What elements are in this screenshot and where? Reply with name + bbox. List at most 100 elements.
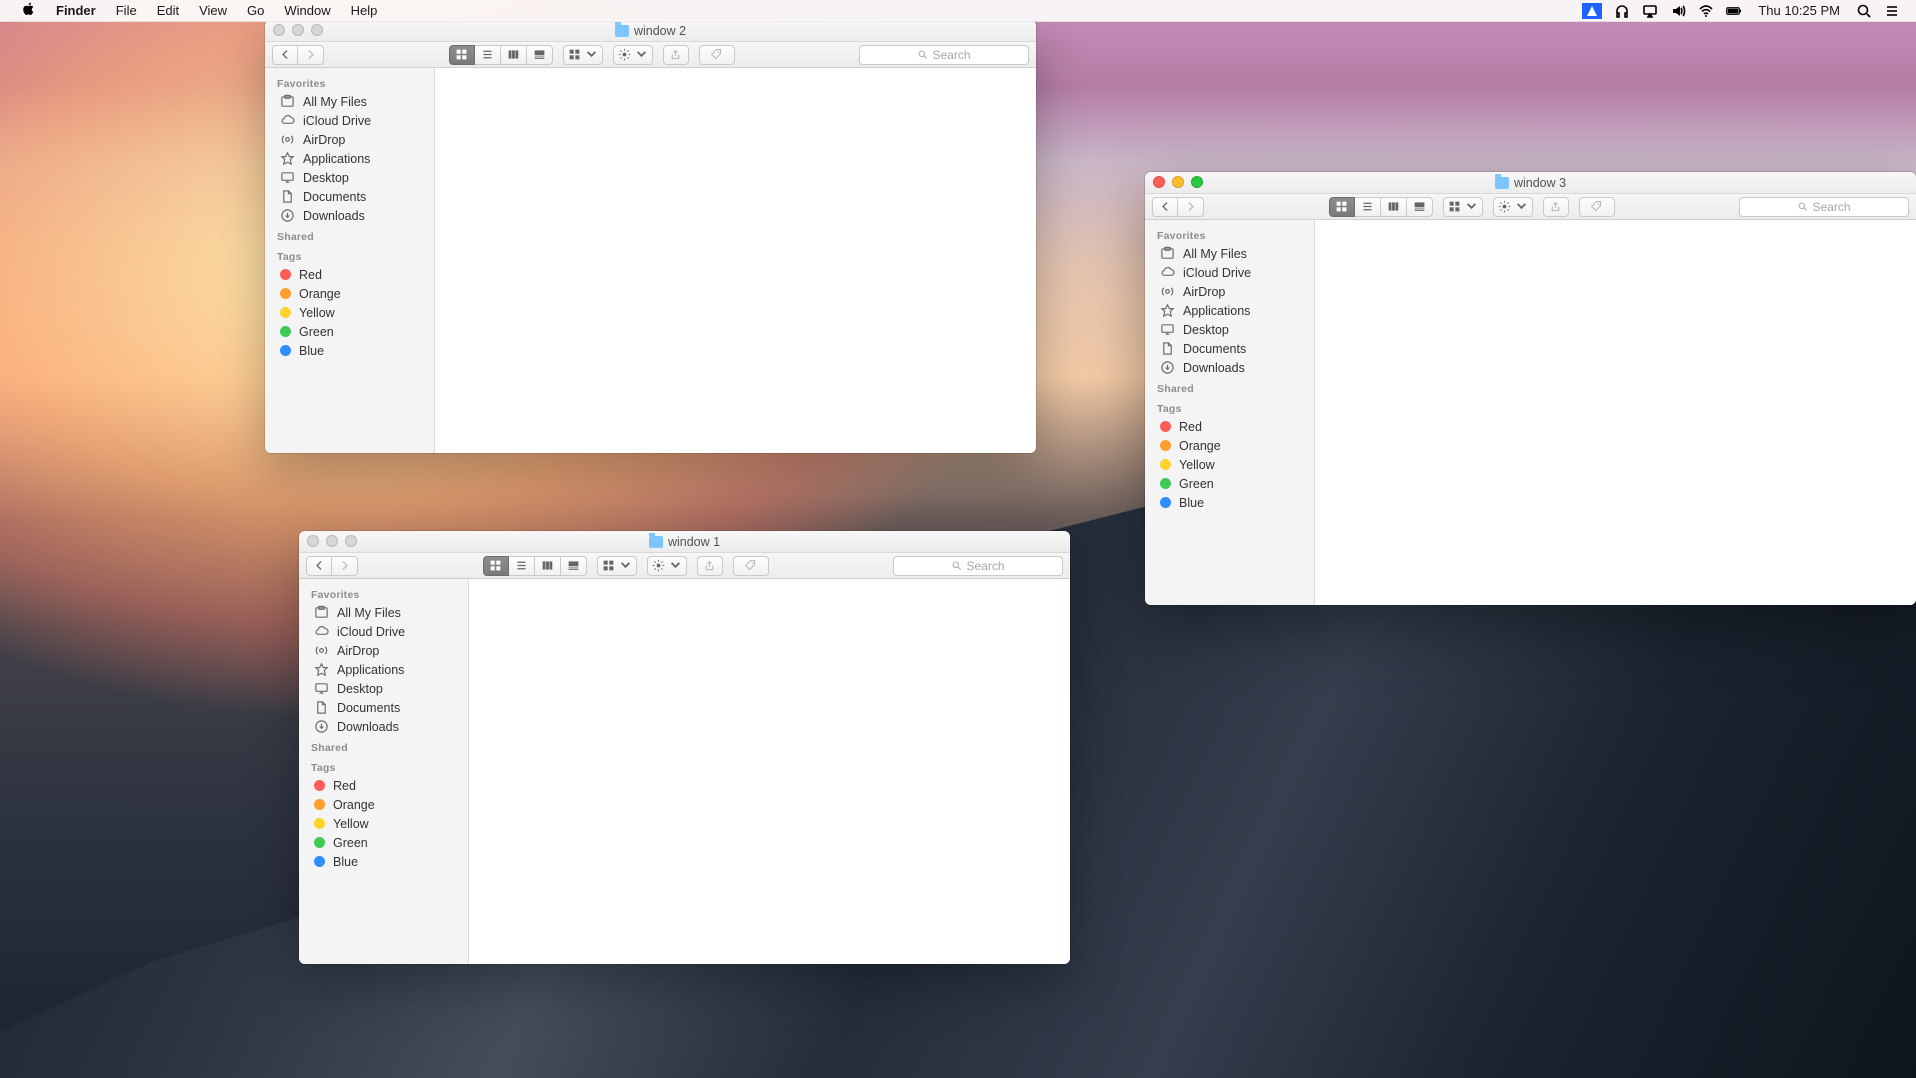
sidebar-item[interactable]: AirDrop <box>265 130 434 149</box>
traffic-min-button[interactable] <box>326 535 338 547</box>
sidebar-tag[interactable]: Orange <box>299 795 468 814</box>
nav-forward-button[interactable] <box>332 556 358 576</box>
sidebar-item[interactable]: AirDrop <box>299 641 468 660</box>
search-input[interactable]: Search <box>859 45 1029 65</box>
sidebar-item[interactable]: Desktop <box>1145 320 1314 339</box>
sidebar-item[interactable]: Downloads <box>1145 358 1314 377</box>
sidebar-item[interactable]: Downloads <box>265 206 434 225</box>
finder-window[interactable]: window 3SearchFavorites All My Files iCl… <box>1145 172 1916 605</box>
search-input[interactable]: Search <box>893 556 1063 576</box>
sidebar-item[interactable]: All My Files <box>299 603 468 622</box>
view-icon-button[interactable] <box>483 556 509 576</box>
sidebar-item[interactable]: AirDrop <box>1145 282 1314 301</box>
sidebar-item[interactable]: iCloud Drive <box>1145 263 1314 282</box>
sidebar-tag[interactable]: Blue <box>1145 493 1314 512</box>
nav-forward-button[interactable] <box>1178 197 1204 217</box>
menu-edit[interactable]: Edit <box>157 3 179 18</box>
sidebar-tag[interactable]: Yellow <box>299 814 468 833</box>
sidebar-tag[interactable]: Red <box>265 265 434 284</box>
tags-button[interactable] <box>733 556 769 576</box>
sidebar-tag[interactable]: Red <box>1145 417 1314 436</box>
sidebar-tag[interactable]: Blue <box>299 852 468 871</box>
sidebar-tag[interactable]: Yellow <box>265 303 434 322</box>
airplay-icon[interactable] <box>1642 3 1658 19</box>
menubar-app-name[interactable]: Finder <box>56 3 96 18</box>
menu-help[interactable]: Help <box>351 3 378 18</box>
wifi-icon[interactable] <box>1698 3 1714 19</box>
titlebar[interactable]: window 1 <box>299 531 1070 553</box>
finder-window[interactable]: window 1SearchFavorites All My Files iCl… <box>299 531 1070 964</box>
sidebar-item[interactable]: Documents <box>1145 339 1314 358</box>
traffic-close-button[interactable] <box>273 24 285 36</box>
sidebar-item[interactable]: All My Files <box>1145 244 1314 263</box>
apple-menu[interactable] <box>22 2 36 19</box>
sidebar-item[interactable]: Documents <box>299 698 468 717</box>
sidebar-item[interactable]: Documents <box>265 187 434 206</box>
menu-go[interactable]: Go <box>247 3 264 18</box>
sidebar-item[interactable]: Desktop <box>265 168 434 187</box>
action-gear-button[interactable] <box>647 556 687 576</box>
sidebar-tag[interactable]: Green <box>1145 474 1314 493</box>
sidebar-item[interactable]: Downloads <box>299 717 468 736</box>
sidebar-item[interactable]: Applications <box>299 660 468 679</box>
menu-view[interactable]: View <box>199 3 227 18</box>
view-column-button[interactable] <box>501 45 527 65</box>
sidebar-item[interactable]: Desktop <box>299 679 468 698</box>
sidebar-tag[interactable]: Yellow <box>1145 455 1314 474</box>
sidebar-tag[interactable]: Orange <box>1145 436 1314 455</box>
volume-icon[interactable] <box>1670 3 1686 19</box>
content-area[interactable] <box>469 579 1070 964</box>
view-column-button[interactable] <box>535 556 561 576</box>
view-list-button[interactable] <box>509 556 535 576</box>
traffic-max-button[interactable] <box>345 535 357 547</box>
action-gear-button[interactable] <box>613 45 653 65</box>
view-coverflow-button[interactable] <box>561 556 587 576</box>
traffic-close-button[interactable] <box>1153 176 1165 188</box>
nav-forward-button[interactable] <box>298 45 324 65</box>
content-area[interactable] <box>1315 220 1916 605</box>
view-list-button[interactable] <box>1355 197 1381 217</box>
share-button[interactable] <box>697 556 723 576</box>
search-input[interactable]: Search <box>1739 197 1909 217</box>
tags-button[interactable] <box>699 45 735 65</box>
sidebar-tag[interactable]: Red <box>299 776 468 795</box>
sidebar-item[interactable]: All My Files <box>265 92 434 111</box>
view-coverflow-button[interactable] <box>527 45 553 65</box>
arrange-button[interactable] <box>1443 197 1483 217</box>
menu-file[interactable]: File <box>116 3 137 18</box>
finder-window[interactable]: window 2SearchFavorites All My Files iCl… <box>265 20 1036 453</box>
nav-back-button[interactable] <box>306 556 332 576</box>
tags-button[interactable] <box>1579 197 1615 217</box>
content-area[interactable] <box>435 68 1036 453</box>
traffic-min-button[interactable] <box>292 24 304 36</box>
traffic-min-button[interactable] <box>1172 176 1184 188</box>
traffic-close-button[interactable] <box>307 535 319 547</box>
menubar-extra-blue[interactable] <box>1582 3 1602 19</box>
titlebar[interactable]: window 3 <box>1145 172 1916 194</box>
arrange-button[interactable] <box>597 556 637 576</box>
view-list-button[interactable] <box>475 45 501 65</box>
menu-window[interactable]: Window <box>284 3 330 18</box>
sidebar-item[interactable]: Applications <box>265 149 434 168</box>
sidebar-tag[interactable]: Green <box>299 833 468 852</box>
share-button[interactable] <box>1543 197 1569 217</box>
action-gear-button[interactable] <box>1493 197 1533 217</box>
view-coverflow-button[interactable] <box>1407 197 1433 217</box>
sidebar-item[interactable]: iCloud Drive <box>265 111 434 130</box>
sidebar-item[interactable]: Applications <box>1145 301 1314 320</box>
traffic-max-button[interactable] <box>311 24 323 36</box>
titlebar[interactable]: window 2 <box>265 20 1036 42</box>
arrange-button[interactable] <box>563 45 603 65</box>
sidebar-tag[interactable]: Blue <box>265 341 434 360</box>
sidebar-item[interactable]: iCloud Drive <box>299 622 468 641</box>
nav-back-button[interactable] <box>1152 197 1178 217</box>
notification-center-icon[interactable] <box>1884 3 1900 19</box>
menubar-clock[interactable]: Thu 10:25 PM <box>1758 3 1840 18</box>
nav-back-button[interactable] <box>272 45 298 65</box>
traffic-max-button[interactable] <box>1191 176 1203 188</box>
battery-icon[interactable] <box>1726 3 1742 19</box>
view-icon-button[interactable] <box>1329 197 1355 217</box>
sidebar-tag[interactable]: Orange <box>265 284 434 303</box>
view-column-button[interactable] <box>1381 197 1407 217</box>
view-icon-button[interactable] <box>449 45 475 65</box>
